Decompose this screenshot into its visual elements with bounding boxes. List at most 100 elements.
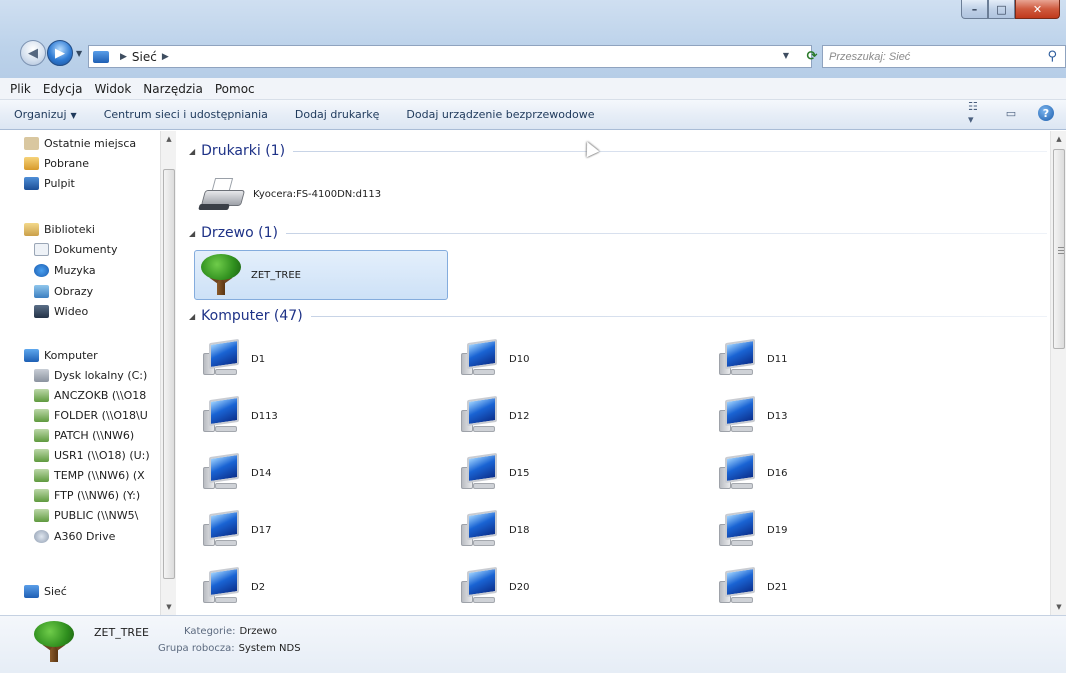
menu-tools[interactable]: Narzędzia [143,82,203,96]
network-icon [93,50,109,63]
printer-label: Kyocera:FS-4100DN:d113 [253,188,382,200]
navigation-pane-scroll-thumb[interactable] [163,169,175,579]
computer-label: D19 [767,524,788,536]
nav-item-drive-usr1[interactable]: USR1 (\\O18) (U:) [34,445,150,465]
nav-item-drive-anczokb[interactable]: ANCZOKB (\\O18 [34,385,146,405]
nav-item-libraries[interactable]: Biblioteki [24,219,95,239]
group-header-computers[interactable]: ◢ Komputer (47) [189,306,1047,326]
nav-item-pictures[interactable]: Obrazy [34,281,93,301]
nav-item-recent-places[interactable]: Ostatnie miejsca [24,133,136,153]
nav-item-drive-public[interactable]: PUBLIC (\\NW5\ [34,505,138,525]
computer-icon [199,566,243,607]
nav-item-music[interactable]: Muzyka [34,260,96,280]
breadcrumb-separator-icon[interactable]: ▶ [120,52,127,62]
caption-buttons: – □ ✕ [961,0,1060,20]
collapse-triangle-icon[interactable]: ◢ [189,147,195,156]
menu-view[interactable]: Widok [94,82,131,96]
computer-item[interactable]: D20 [457,562,529,612]
refresh-icon: ⟳ [806,49,818,64]
search-input[interactable] [829,50,1029,63]
computer-item[interactable]: D19 [715,505,787,555]
group-header-printers[interactable]: ◢ Drukarki (1) [189,141,1047,161]
address-bar[interactable]: ▶ Sieć ▶ ▼ [88,45,812,68]
details-category: Kategorie: Drzewo [184,626,277,637]
close-button[interactable]: ✕ [1015,0,1060,19]
computer-item[interactable]: D12 [457,391,529,441]
forward-button[interactable]: ▶ [47,40,73,66]
computer-item[interactable]: D113 [199,391,278,441]
computer-item[interactable]: D15 [457,448,529,498]
video-icon [34,304,49,318]
refresh-button[interactable]: ⟳ [804,45,820,68]
menu-edit[interactable]: Edycja [43,82,83,96]
scroll-up-icon[interactable]: ▲ [1051,131,1066,147]
computer-item[interactable]: D1 [199,334,265,384]
collapse-triangle-icon[interactable]: ◢ [189,229,195,238]
preview-pane-icon[interactable]: ▭ [1002,105,1020,121]
chevron-down-icon: ▼ [70,111,77,120]
scroll-down-icon[interactable]: ▼ [161,599,177,615]
computer-item[interactable]: D13 [715,391,787,441]
window-frame: – □ ✕ ◀ ▶ ▼ ▶ Sieć ▶ ▼ ⟳ ⚲ Plik Edycja [0,0,1066,107]
computer-item[interactable]: D16 [715,448,787,498]
nav-item-computer[interactable]: Komputer [24,345,98,365]
content-scroll-thumb[interactable] [1053,149,1065,349]
network-drive-icon [34,388,49,402]
nav-item-downloads[interactable]: Pobrane [24,153,89,173]
search-icon[interactable]: ⚲ [1047,49,1057,64]
computer-item[interactable]: D2 [199,562,265,612]
group-title-computers: Komputer (47) [201,308,303,324]
address-history-dropdown-icon[interactable]: ▼ [783,51,789,60]
computer-item[interactable]: D21 [715,562,787,612]
printer-item[interactable]: Kyocera:FS-4100DN:d113 [198,169,429,219]
add-wireless-device-button[interactable]: Dodaj urządzenie bezprzewodowe [406,108,594,121]
nav-item-drive-folder[interactable]: FOLDER (\\O18\U [34,405,148,425]
nav-item-documents[interactable]: Dokumenty [34,239,117,259]
nav-item-video[interactable]: Wideo [34,301,88,321]
details-pane: ZET_TREE Kategorie: Drzewo Grupa robocza:… [0,615,1066,673]
nav-item-drive-temp[interactable]: TEMP (\\NW6) (X [34,465,145,485]
nav-item-drive-patch[interactable]: PATCH (\\NW6) [34,425,134,445]
computer-icon [199,452,243,493]
menu-help[interactable]: Pomoc [215,82,255,96]
cloud-drive-icon [34,529,49,543]
computer-item[interactable]: D17 [199,505,271,555]
collapse-triangle-icon[interactable]: ◢ [189,312,195,321]
add-printer-button[interactable]: Dodaj drukarkę [295,108,380,121]
help-icon[interactable]: ? [1038,105,1054,121]
menu-file[interactable]: Plik [10,82,31,96]
maximize-button[interactable]: □ [988,0,1015,19]
breadcrumb-separator-icon[interactable]: ▶ [162,52,169,62]
network-center-button[interactable]: Centrum sieci i udostępniania [104,108,268,121]
tree-item-zet-tree[interactable]: ZET_TREE [194,250,448,300]
nav-item-a360-drive[interactable]: A360 Drive [34,526,115,546]
organize-button[interactable]: Organizuj ▼ [14,108,77,121]
minimize-button[interactable]: – [961,0,988,19]
group-header-tree[interactable]: ◢ Drzewo (1) [189,223,1047,243]
nav-item-network[interactable]: Sieć [24,581,67,601]
breadcrumb-network[interactable]: Sieć [132,50,157,64]
computer-item[interactable]: D18 [457,505,529,555]
nav-item-drive-ftp[interactable]: FTP (\\NW6) (Y:) [34,485,140,505]
content-area: ◢ Drukarki (1) Kyocera:FS-4100DN:d113 ◢ … [177,131,1050,615]
content-scrollbar[interactable]: ▲ ▼ [1050,131,1066,615]
music-icon [34,263,49,277]
change-view-icon[interactable]: ☷ ▾ [968,100,986,126]
navigation-pane-scrollbar[interactable]: ▲ ▼ [160,131,176,615]
scroll-down-icon[interactable]: ▼ [1051,599,1066,615]
computer-label: D12 [509,410,530,422]
computer-item[interactable]: D11 [715,334,787,384]
back-button[interactable]: ◀ [20,40,46,66]
search-box[interactable]: ⚲ [822,45,1066,68]
address-row: ◀ ▶ ▼ ▶ Sieć ▶ ▼ ⟳ ⚲ [0,37,1066,71]
recent-pages-dropdown[interactable]: ▼ [76,49,82,58]
libraries-icon [24,222,39,236]
recent-places-icon [24,136,39,150]
network-drive-icon [34,468,49,482]
computer-item[interactable]: D14 [199,448,271,498]
computer-icon [24,348,39,362]
nav-item-local-disk[interactable]: Dysk lokalny (C:) [34,365,147,385]
computer-item[interactable]: D10 [457,334,529,384]
nav-item-desktop[interactable]: Pulpit [24,173,75,193]
scroll-up-icon[interactable]: ▲ [161,131,177,147]
